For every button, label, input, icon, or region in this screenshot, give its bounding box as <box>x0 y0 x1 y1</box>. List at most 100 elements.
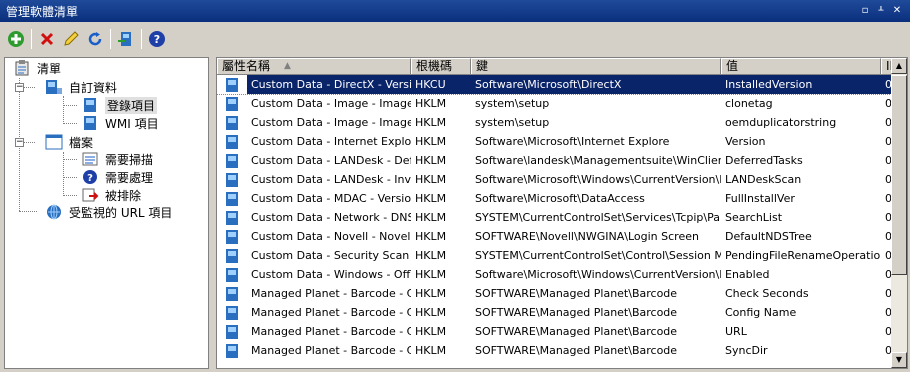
cell-value: oemduplicatorstring <box>725 116 837 129</box>
cell-root-key: HKLM <box>415 154 447 167</box>
registry-row-icon <box>217 286 247 302</box>
computer-icon <box>45 79 63 95</box>
cell-root-key: HKLM <box>415 173 447 186</box>
registry-row-icon <box>217 115 247 131</box>
cell-value: clonetag <box>725 97 773 110</box>
tree-item-label: 被排除 <box>105 188 142 203</box>
cell-key: Software\Microsoft\Internet Explore <box>475 135 670 148</box>
table-row[interactable]: Managed Planet - Barcode - Cli... HKLM SOF… <box>217 341 893 360</box>
collapse-toggle[interactable]: − <box>15 83 24 92</box>
cell-root-key: HKLM <box>415 344 447 357</box>
tree-item-label: 需要掃描 <box>105 152 154 167</box>
tree-item-inventory[interactable]: 清單 <box>13 59 61 77</box>
tree-item-monitored-url[interactable]: 受監視的 URL 項目 <box>45 203 172 221</box>
cell-attribute-name: Custom Data - Security Scan - ... <box>251 249 411 262</box>
cell-attribute-name: Custom Data - Windows - Offlin... <box>251 268 411 281</box>
registry-icon <box>81 97 99 113</box>
restore-icon[interactable]: ▫ <box>858 4 872 18</box>
table-row[interactable]: Custom Data - LANDesk - Def... HKLM Softwa… <box>217 151 893 170</box>
cell-key: Software\Microsoft\DirectX <box>471 75 721 94</box>
export-icon <box>118 32 131 46</box>
export-button[interactable] <box>114 27 138 51</box>
cell-value: Check Seconds <box>725 287 809 300</box>
tree-item-excluded[interactable]: 被排除 <box>81 186 141 204</box>
column-header-label: 屬性名稱 <box>222 59 271 73</box>
cell-value: SyncDir <box>725 344 768 357</box>
cell-key: SOFTWARE\Managed Planet\Barcode <box>475 287 678 300</box>
registry-row-icon <box>217 267 247 283</box>
registry-row-icon <box>217 210 247 226</box>
sort-ascending-icon: ▲ <box>284 61 291 71</box>
registry-row-icon <box>217 96 247 112</box>
table-row[interactable]: Custom Data - Image - Image V... HKLM syst… <box>217 113 893 132</box>
table-body: Custom Data - DirectX - Version HKCU Softw… <box>217 74 894 360</box>
table-row[interactable]: Custom Data - Internet Explorer... HKLM So… <box>217 132 893 151</box>
registry-row-icon <box>217 77 247 93</box>
column-header-label: 根機碼 <box>416 59 453 73</box>
table-row[interactable]: Managed Planet - Barcode - Cli... HKLM SOF… <box>217 284 893 303</box>
scroll-down-button[interactable]: ▼ <box>891 352 907 368</box>
help-button[interactable]: ? <box>145 27 169 51</box>
tree-item-custom-data[interactable]: 自訂資料 <box>45 78 117 96</box>
toolbar-separator <box>31 29 32 49</box>
collapse-toggle[interactable]: − <box>15 138 24 147</box>
vertical-scrollbar[interactable]: ▲ ▼ <box>891 58 907 368</box>
table-row[interactable]: Managed Planet - Barcode - Cli... HKLM SOF… <box>217 322 893 341</box>
tree-item-to-process[interactable]: ? 需要處理 <box>81 168 153 186</box>
table-row[interactable]: Custom Data - LANDesk - Inve... HKLM Softw… <box>217 170 893 189</box>
tree-item-to-scan[interactable]: 需要掃描 <box>81 150 153 168</box>
edit-button[interactable] <box>59 27 83 51</box>
edit-icon <box>64 31 79 46</box>
column-header-value[interactable]: 值 <box>721 58 881 75</box>
tree-item-registry[interactable]: 登錄項目 <box>81 96 158 114</box>
registry-item-list: 屬性名稱 ▲ 根機碼 鍵 值 II Custom Data - DirectX … <box>216 57 908 369</box>
table-row[interactable]: Custom Data - Windows - Offlin... HKLM Sof… <box>217 265 893 284</box>
column-header-key[interactable]: 鍵 <box>471 58 721 75</box>
cell-attribute-name: Custom Data - Network - DNS... <box>251 211 411 224</box>
table-row[interactable]: Custom Data - Network - DNS... HKLM SYSTEM… <box>217 208 893 227</box>
tree-item-wmi[interactable]: WMI 項目 <box>81 114 159 132</box>
tree-item-label: 登錄項目 <box>105 96 158 114</box>
pin-icon[interactable]: ᚆ <box>874 4 888 18</box>
cell-value: SearchList <box>725 211 783 224</box>
refresh-icon <box>88 32 102 46</box>
close-icon[interactable]: ✕ <box>890 4 904 18</box>
column-header-label: 鍵 <box>476 59 489 73</box>
tree-item-label: 需要處理 <box>105 170 154 185</box>
table-row[interactable]: Custom Data - MDAC - Version HKLM Software… <box>217 189 893 208</box>
cell-value: Enabled <box>725 268 770 281</box>
toolbar-separator <box>141 29 142 49</box>
registry-row-icon <box>217 153 247 169</box>
cell-value: DefaultNDSTree <box>725 230 812 243</box>
inventory-icon <box>13 60 31 76</box>
add-button[interactable] <box>4 27 28 51</box>
cell-attribute-name: Managed Planet - Barcode - Cli... <box>251 344 411 357</box>
cell-attribute-name: Managed Planet - Barcode - Cli... <box>251 325 411 338</box>
table-row[interactable]: Custom Data - Image - Image T... HKLM syst… <box>217 94 893 113</box>
table-row[interactable]: Custom Data - DirectX - Version HKCU Softw… <box>217 74 894 95</box>
table-row[interactable]: Managed Planet - Barcode - Cli... HKLM SOF… <box>217 303 893 322</box>
cell-attribute-name: Managed Planet - Barcode - Cli... <box>251 287 411 300</box>
cell-value: URL <box>725 325 747 338</box>
tree-item-label: 檔案 <box>69 135 94 150</box>
cell-key: system\setup <box>475 116 550 129</box>
tree-item-label: 自訂資料 <box>69 80 118 95</box>
wmi-icon <box>81 115 99 131</box>
scroll-up-button[interactable]: ▲ <box>891 58 907 74</box>
table-row[interactable]: Custom Data - Novell - Novell... HKLM SOFT… <box>217 227 893 246</box>
delete-button[interactable] <box>35 27 59 51</box>
tree-item-label: WMI 項目 <box>105 116 159 131</box>
scan-icon <box>81 151 99 167</box>
cell-value: FullInstallVer <box>725 192 795 205</box>
table-row[interactable]: Custom Data - Security Scan - ... HKLM SYS… <box>217 246 893 265</box>
cell-key: SYSTEM\CurrentControlSet\Services\Tcpip\… <box>475 211 721 224</box>
column-header-attribute-name[interactable]: 屬性名稱 ▲ <box>217 58 411 75</box>
scrollbar-thumb[interactable] <box>891 75 907 275</box>
cell-value: Version <box>725 135 766 148</box>
window-title: 管理軟體清單 <box>6 4 79 19</box>
column-header-root-key[interactable]: 根機碼 <box>411 58 471 75</box>
tree-item-files[interactable]: 檔案 <box>45 133 93 151</box>
registry-row-icon <box>217 324 247 340</box>
inventory-tree: 清單 − 自訂資料 登錄項目 WMI 項目 − 檔案 需要掃描 ? 需要處理 被… <box>4 57 209 369</box>
refresh-button[interactable] <box>83 27 107 51</box>
